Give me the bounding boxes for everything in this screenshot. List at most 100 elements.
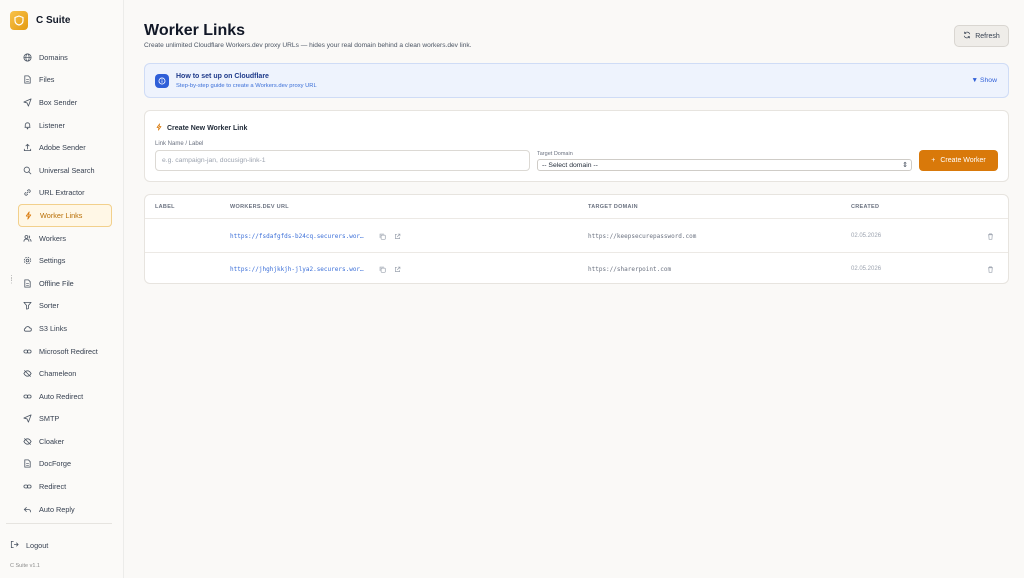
sidebar-item-workers[interactable]: Workers bbox=[18, 227, 112, 250]
users-icon bbox=[23, 234, 32, 243]
bolt-icon bbox=[24, 211, 33, 220]
sidebar: C Suite Domains Files Box Sender Listene… bbox=[0, 0, 124, 578]
refresh-icon bbox=[963, 31, 971, 41]
brand[interactable]: C Suite bbox=[10, 11, 70, 30]
sidebar-item-label: Domains bbox=[39, 52, 68, 62]
create-worker-heading-text: Create New Worker Link bbox=[167, 124, 248, 132]
create-worker-heading: Create New Worker Link bbox=[155, 123, 247, 133]
sidebar-item-universal-search[interactable]: Universal Search bbox=[18, 159, 112, 182]
row-target-domain: https://keepsecurepassword.com bbox=[588, 233, 697, 240]
row-worker-url[interactable]: https://fsdafgfds-b24cq.securers.wor… bbox=[230, 233, 364, 240]
eye-off-icon bbox=[23, 369, 32, 378]
sidebar-item-label: DocForge bbox=[39, 459, 72, 469]
sidebar-item-chameleon[interactable]: Chameleon bbox=[18, 362, 112, 385]
sidebar-item-label: Files bbox=[39, 75, 55, 85]
column-header-url[interactable]: WORKERS.DEV URL bbox=[230, 204, 289, 210]
sidebar-item-label: Worker Links bbox=[40, 210, 83, 220]
search-icon bbox=[23, 166, 32, 175]
sidebar-item-offline-file[interactable]: Offline File bbox=[18, 272, 112, 295]
sidebar-item-s3-links[interactable]: S3 Links bbox=[18, 317, 112, 340]
info-icon bbox=[155, 74, 169, 88]
row-created: 02.05.2026 bbox=[851, 233, 882, 239]
sidebar-item-label: S3 Links bbox=[39, 323, 67, 333]
column-header-created[interactable]: CREATED bbox=[851, 204, 879, 210]
link-icon bbox=[23, 347, 32, 356]
sidebar-item-label: Cloaker bbox=[39, 436, 65, 446]
sidebar-item-box-sender[interactable]: Box Sender bbox=[18, 91, 112, 114]
trash-icon[interactable] bbox=[986, 265, 994, 273]
create-worker-card: Create New Worker Link Link Name / Label… bbox=[144, 110, 1009, 182]
sidebar-item-microsoft-redirect[interactable]: Microsoft Redirect bbox=[18, 340, 112, 363]
row-created: 02.05.2026 bbox=[851, 266, 882, 272]
link-icon bbox=[23, 392, 32, 401]
sidebar-item-url-extractor[interactable]: URL Extractor bbox=[18, 182, 112, 205]
sidebar-item-adobe-sender[interactable]: Adobe Sender bbox=[18, 136, 112, 159]
table-row: https://jhghjkkjh-jlya2.securers.wor… ht… bbox=[145, 252, 1008, 283]
sidebar-item-redirect[interactable]: Redirect bbox=[18, 475, 112, 498]
link-name-input[interactable]: e.g. campaign-jan, docusign-link-1 bbox=[155, 150, 530, 171]
create-worker-button[interactable]: + Create Worker bbox=[919, 150, 998, 171]
column-header-target-domain[interactable]: TARGET DOMAIN bbox=[588, 204, 638, 210]
gear-icon bbox=[23, 256, 32, 265]
link-icon bbox=[23, 188, 32, 197]
external-link-icon[interactable] bbox=[393, 232, 401, 240]
setup-guide-subtitle: Step-by-step guide to create a Workers.d… bbox=[176, 83, 317, 89]
sidebar-item-cloaker[interactable]: Cloaker bbox=[18, 430, 112, 453]
link-name-label: Link Name / Label bbox=[155, 141, 204, 147]
link-icon bbox=[23, 482, 32, 491]
select-caret-icon: ⇕ bbox=[902, 162, 908, 169]
target-domain-selected: -- Select domain -- bbox=[542, 162, 598, 169]
sidebar-item-settings[interactable]: Settings bbox=[18, 249, 112, 272]
copy-icon[interactable] bbox=[378, 232, 386, 240]
sidebar-item-docforge[interactable]: DocForge bbox=[18, 453, 112, 476]
bolt-icon bbox=[155, 123, 163, 133]
sidebar-item-label: Microsoft Redirect bbox=[39, 346, 98, 356]
logout-label: Logout bbox=[26, 541, 49, 550]
setup-guide-title: How to set up on Cloudflare bbox=[176, 73, 269, 80]
sidebar-item-label: Settings bbox=[39, 256, 66, 266]
send-icon bbox=[23, 98, 32, 107]
setup-guide-banner[interactable]: How to set up on Cloudflare Step-by-step… bbox=[144, 63, 1009, 98]
eye-off-icon bbox=[23, 437, 32, 446]
brand-name: C Suite bbox=[36, 15, 71, 26]
sidebar-item-worker-links[interactable]: Worker Links bbox=[18, 204, 112, 227]
sidebar-item-files[interactable]: Files bbox=[18, 69, 112, 92]
shield-logo-icon bbox=[10, 11, 28, 30]
target-domain-select[interactable]: -- Select domain -- ⇕ bbox=[537, 159, 912, 171]
file-icon bbox=[23, 459, 32, 468]
logout-icon bbox=[10, 540, 19, 551]
sidebar-item-label: Redirect bbox=[39, 482, 67, 492]
row-worker-url[interactable]: https://jhghjkkjh-jlya2.securers.wor… bbox=[230, 266, 364, 273]
logout-button[interactable]: Logout bbox=[10, 540, 48, 551]
file-icon bbox=[23, 75, 32, 84]
sidebar-item-label: Adobe Sender bbox=[39, 143, 86, 153]
reply-icon bbox=[23, 505, 32, 514]
row-target-domain: https://sharerpoint.com bbox=[588, 266, 672, 273]
sidebar-item-label: Auto Reply bbox=[39, 504, 75, 514]
sidebar-item-auto-redirect[interactable]: Auto Redirect bbox=[18, 385, 112, 408]
upload-icon bbox=[23, 143, 32, 152]
sidebar-item-label: URL Extractor bbox=[39, 188, 85, 198]
plus-icon: + bbox=[931, 157, 936, 164]
show-toggle[interactable]: ▼ Show bbox=[971, 77, 997, 84]
sidebar-nav: Domains Files Box Sender Listener Adobe … bbox=[18, 46, 112, 520]
sidebar-item-label: Chameleon bbox=[39, 369, 77, 379]
sidebar-item-label: Workers bbox=[39, 233, 67, 243]
sidebar-item-listener[interactable]: Listener bbox=[18, 114, 112, 137]
trash-icon[interactable] bbox=[986, 232, 994, 240]
refresh-button[interactable]: Refresh bbox=[954, 25, 1009, 47]
sidebar-item-auto-reply[interactable]: Auto Reply bbox=[18, 498, 112, 521]
sidebar-item-sorter[interactable]: Sorter bbox=[18, 295, 112, 318]
copy-icon[interactable] bbox=[378, 265, 386, 273]
drag-handle-icon[interactable]: ⋮ ⋮ bbox=[8, 275, 15, 285]
sidebar-item-label: Auto Redirect bbox=[39, 391, 84, 401]
file-icon bbox=[23, 279, 32, 288]
external-link-icon[interactable] bbox=[393, 265, 401, 273]
sidebar-item-domains[interactable]: Domains bbox=[18, 46, 112, 69]
column-header-label[interactable]: LABEL bbox=[155, 204, 175, 210]
cloud-icon bbox=[23, 324, 32, 333]
worker-links-table: LABEL WORKERS.DEV URL TARGET DOMAIN CREA… bbox=[144, 194, 1009, 284]
sidebar-item-smtp[interactable]: SMTP bbox=[18, 408, 112, 431]
sidebar-item-label: Box Sender bbox=[39, 97, 78, 107]
sidebar-item-label: Sorter bbox=[39, 301, 59, 311]
